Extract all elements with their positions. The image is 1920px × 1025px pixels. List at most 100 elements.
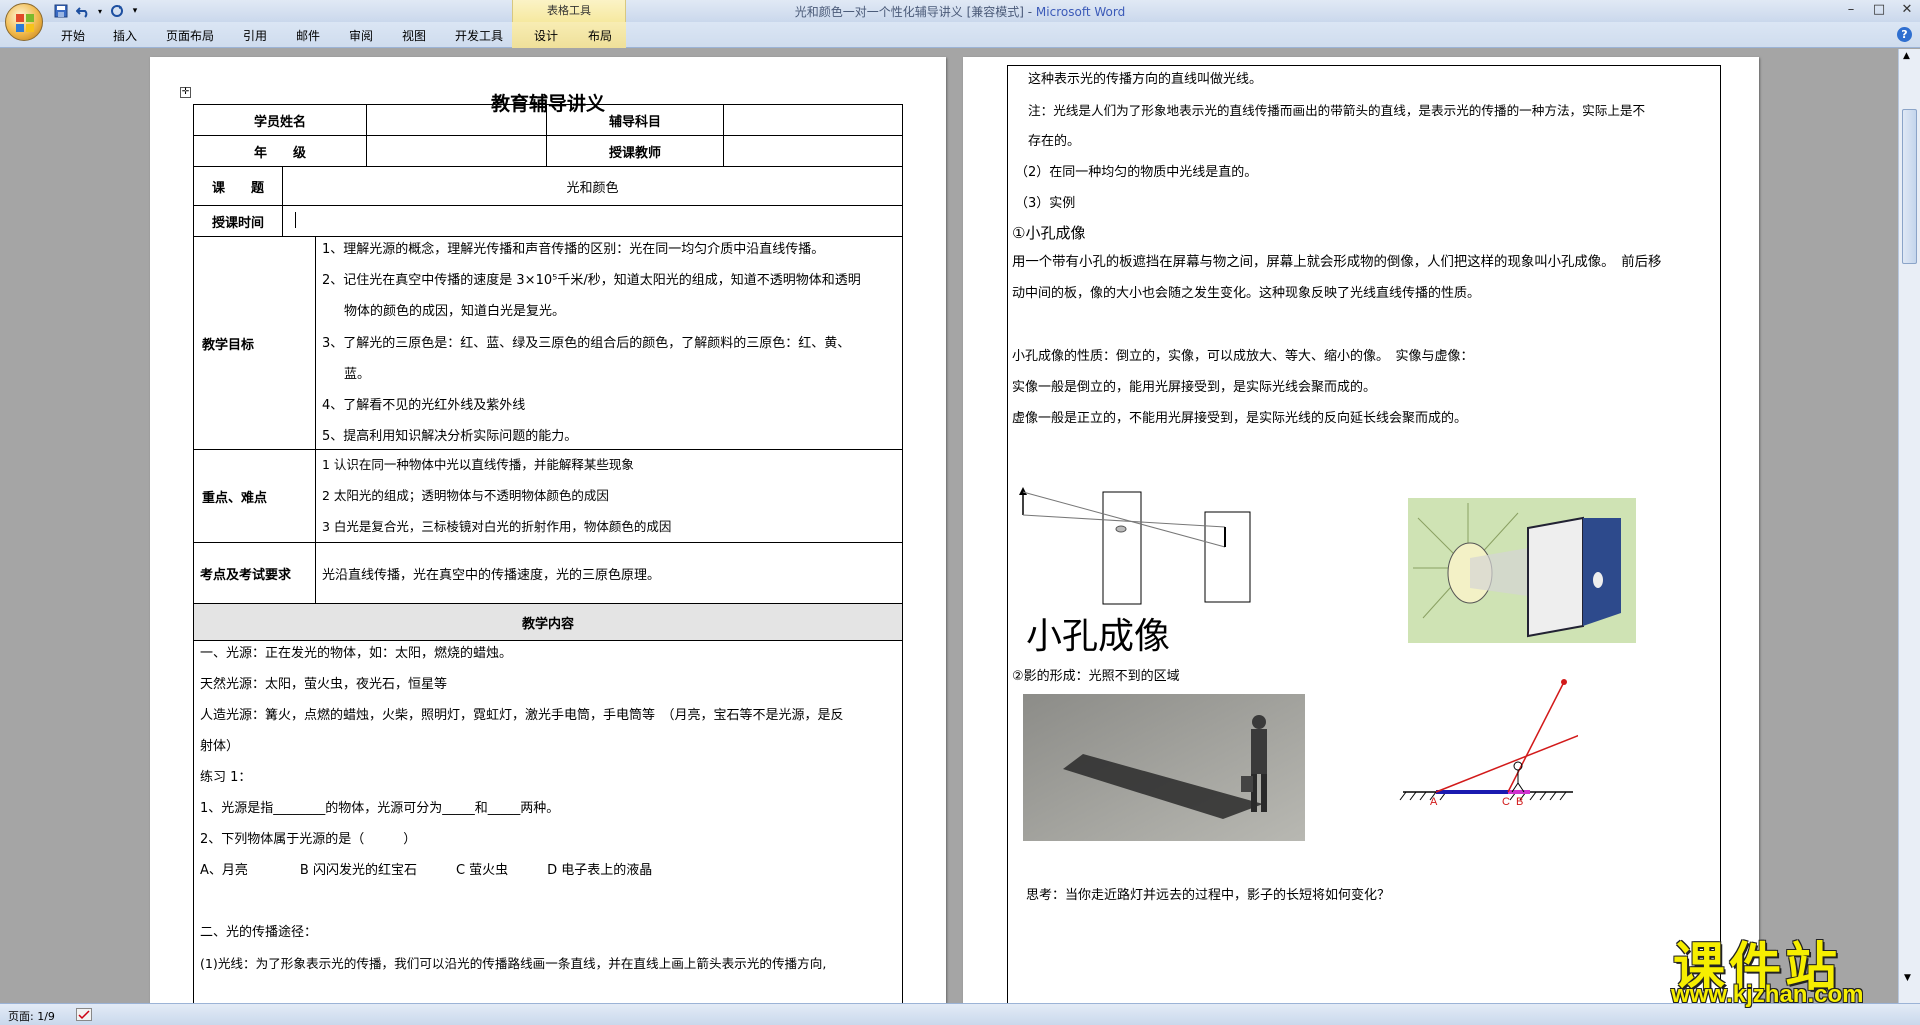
undo-dropdown-icon[interactable]: ▾ (96, 2, 104, 20)
content-line: 一、光源：正在发光的物体，如：太阳，燃烧的蜡烛。 (200, 646, 513, 661)
goal-line: 3、了解光的三原色是：红、蓝、绿及三原色的组合后的颜色，了解颜料的三原色：红、黄… (322, 336, 851, 351)
key-points-cell[interactable]: 1 认识在同一种物体中光以直线传播，并能解释某些现象 2 太阳光的组成；透明物体… (315, 449, 903, 543)
content-header: 教学内容 (193, 603, 903, 641)
tab-page-layout[interactable]: 页面布局 (166, 27, 214, 45)
point-a-label: A (1430, 796, 1438, 808)
question-line: 思考：当你走近路灯并远去的过程中，影子的长短将如何变化？ (1026, 888, 1391, 903)
tab-view[interactable]: 视图 (402, 27, 426, 45)
content-cell[interactable]: 一、光源：正在发光的物体，如：太阳，燃烧的蜡烛。 天然光源：太阳，萤火虫，夜光石… (193, 640, 903, 1003)
time-value[interactable] (282, 205, 903, 237)
help-icon[interactable]: ? (1897, 27, 1912, 42)
pinhole-photo-illustration (1408, 498, 1636, 643)
teacher-label: 授课教师 (546, 135, 724, 167)
goal-line: 1、理解光源的概念，理解光传播和声音传播的区别：光在同一均匀介质中沿直线传播。 (322, 242, 825, 257)
shadow-title: ②影的形成：光照不到的区域 (1012, 669, 1180, 684)
p2-line: 这种表示光的传播方向的直线叫做光线。 (1028, 72, 1263, 87)
close-icon[interactable]: ✕ (1900, 3, 1914, 17)
office-button[interactable] (5, 3, 43, 41)
redo-icon[interactable] (108, 2, 126, 20)
goal-line: 4、了解看不见的光红外线及紫外线 (322, 398, 526, 413)
ribbon-tab-bar: 开始 插入 页面布局 引用 邮件 审阅 视图 开发工具 设计 布局 ? (0, 22, 1920, 48)
p2-line: 注：光线是人们为了形象地表示光的直线传播而画出的带箭头的直线，是表示光的传播的一… (1028, 103, 1646, 118)
tab-design[interactable]: 设计 (534, 27, 558, 45)
key-point-line: 2 太阳光的组成；透明物体与不透明物体颜色的成因 (322, 488, 609, 503)
tab-review[interactable]: 审阅 (349, 27, 373, 45)
document-area[interactable]: 教育辅导讲义 ✛ 学员姓名 辅导科目 年 级 授课教师 课 题 光和颜色 授课时… (0, 49, 1898, 1003)
image-property-line: 虚像一般是正立的，不能用光屏接受到，是实际光线的反向延长线会聚而成的。 (1012, 411, 1468, 426)
table-move-handle-icon[interactable]: ✛ (180, 87, 191, 98)
content-line: 1、光源是指________的物体，光源可分为_____和_____两种。 (200, 801, 560, 816)
goal-line: 2、记住光在真空中传播的速度是 3×10⁵千米/秒，知道太阳光的组成，知道不透明… (322, 273, 861, 288)
tab-mailings[interactable]: 邮件 (296, 27, 320, 45)
content-line: 2、下列物体属于光源的是（ ） (200, 832, 417, 847)
exam-label: 考点及考试要求 (193, 542, 316, 604)
p2-line: （2）在同一种均匀的物质中光线是直的。 (1015, 165, 1258, 180)
pinhole-line: 动中间的板，像的大小也会随之发生变化。这种现象反映了光线直线传播的性质。 (1012, 286, 1481, 301)
subject-value[interactable] (723, 104, 903, 136)
content-line: 练习 1： (200, 770, 252, 785)
point-c-label: C (1502, 796, 1510, 808)
proofing-icon[interactable] (76, 1008, 92, 1021)
document-title: 光和颜色一对一个性化辅导讲义 [兼容模式] - (794, 5, 1036, 19)
grade-value[interactable] (366, 135, 547, 167)
customize-qat-icon[interactable]: ▾ (130, 2, 140, 20)
image-property-line: 小孔成像的性质：倒立的，实像，可以成放大、等大、缩小的像。 实像与虚像： (1012, 349, 1474, 364)
goals-label: 教学目标 (193, 236, 316, 450)
vertical-scrollbar[interactable]: ▲ ▼ (1898, 49, 1920, 1003)
page-indicator[interactable]: 页面: 1/9 (8, 1008, 55, 1024)
topic-label: 课 题 (193, 166, 283, 206)
pinhole-line: 用一个带有小孔的板遮挡在屏幕与物之间，屏幕上就会形成物的倒像，人们把这样的现象叫… (1012, 255, 1662, 270)
point-b-label: B (1516, 796, 1523, 808)
content-line: 天然光源：太阳，萤火虫，夜光石，恒星等 (200, 677, 448, 692)
scrollbar-thumb[interactable] (1902, 109, 1917, 264)
goals-cell[interactable]: 1、理解光源的概念，理解光传播和声音传播的区别：光在同一均匀介质中沿直线传播。 … (315, 236, 903, 450)
page-2[interactable]: 这种表示光的传播方向的直线叫做光线。 注：光线是人们为了形象地表示光的直线传播而… (963, 57, 1759, 1003)
exam-value[interactable]: 光沿直线传播，光在真空中的传播速度，光的三原色原理。 (315, 542, 903, 604)
app-name: Microsoft Word (1035, 5, 1126, 19)
watermark-url: www.kjzhan.com (1671, 981, 1864, 1008)
site-watermark: 课件站 www.kjzhan.com (1665, 925, 1915, 1008)
tab-insert[interactable]: 插入 (113, 27, 137, 45)
quick-access-toolbar: ▾ ▾ (52, 2, 140, 20)
tab-home[interactable]: 开始 (61, 27, 85, 45)
minimize-icon[interactable]: – (1844, 3, 1858, 17)
tab-references[interactable]: 引用 (243, 27, 267, 45)
pinhole-caption: 小孔成像 (1026, 616, 1171, 657)
content-line: 二、光的传播途径： (200, 925, 318, 940)
p2-line: （3）实例 (1015, 196, 1076, 211)
key-point-line: 1 认识在同一种物体中光以直线传播，并能解释某些现象 (322, 457, 634, 472)
content-line: 射体） (200, 739, 240, 754)
save-icon[interactable] (52, 2, 70, 20)
content-line: 人造光源：篝火，点燃的蜡烛，火柴，照明灯，霓虹灯，激光手电筒，手电筒等 （月亮，… (200, 708, 844, 723)
window-controls: – □ ✕ (1844, 3, 1914, 17)
time-label: 授课时间 (193, 205, 283, 237)
p2-line: 存在的。 (1028, 134, 1081, 149)
content-line: A、月亮 B 闪闪发光的红宝石 C 萤火虫 D 电子表上的液晶 (200, 863, 653, 878)
grade-label: 年 级 (193, 135, 367, 167)
light-geometry-diagram: A C B (1399, 679, 1578, 808)
subject-label: 辅导科目 (546, 104, 724, 136)
pinhole-title: ①小孔成像 (1012, 224, 1086, 242)
teacher-value[interactable] (723, 135, 903, 167)
goal-line: 物体的颜色的成因，知道白光是复光。 (344, 304, 566, 319)
key-points-label: 重点、难点 (193, 449, 316, 543)
key-point-line: 3 白光是复合光，三标棱镜对白光的折射作用，物体颜色的成因 (322, 519, 672, 534)
content-line: (1)光线：为了形象表示光的传播，我们可以沿光的传播路线画一条直线，并在直线上画… (200, 956, 827, 971)
maximize-icon[interactable]: □ (1872, 3, 1886, 17)
topic-value[interactable]: 光和颜色 (282, 166, 903, 206)
text-cursor (295, 212, 296, 228)
page-1[interactable]: 教育辅导讲义 ✛ 学员姓名 辅导科目 年 级 授课教师 课 题 光和颜色 授课时… (150, 57, 946, 1003)
goal-line: 蓝。 (344, 367, 371, 382)
status-bar: 页面: 1/9 (0, 1003, 1920, 1025)
undo-icon[interactable] (74, 2, 92, 20)
tab-layout[interactable]: 布局 (588, 27, 612, 45)
ruler-toggle-icon[interactable]: ▲ (1903, 51, 1910, 61)
shadow-photo (1023, 694, 1305, 841)
window-title: 光和颜色一对一个性化辅导讲义 [兼容模式] - Microsoft Word (0, 0, 1920, 24)
student-name-value[interactable] (366, 104, 547, 136)
tab-developer[interactable]: 开发工具 (455, 27, 503, 45)
student-name-label: 学员姓名 (193, 104, 367, 136)
title-bar: 表格工具 光和颜色一对一个性化辅导讲义 [兼容模式] - Microsoft W… (0, 0, 1920, 22)
image-property-line: 实像一般是倒立的，能用光屏接受到，是实际光线会聚而成的。 (1012, 380, 1377, 395)
office-logo-icon (16, 14, 34, 32)
